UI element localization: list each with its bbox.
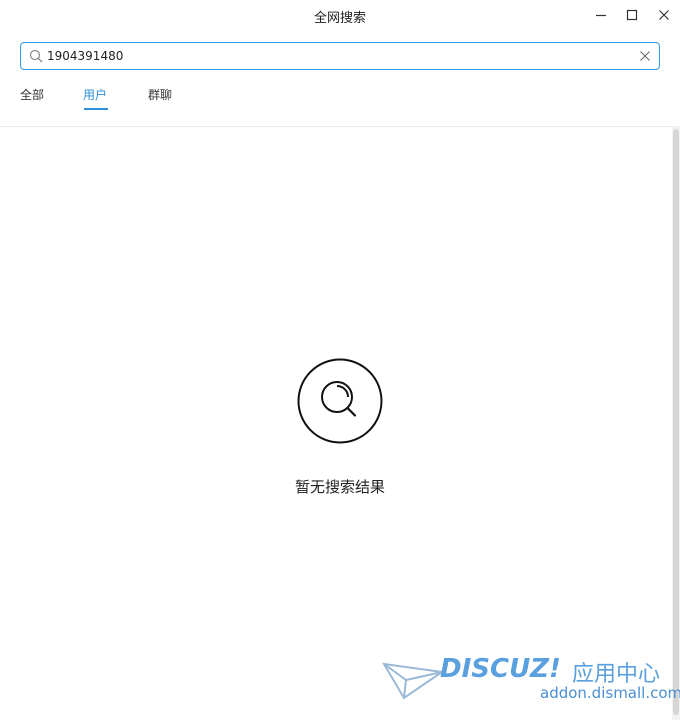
watermark-brand: DISCUZ!: [440, 654, 561, 684]
watermark: DISCUZ! 应用中心 addon.dismall.com: [380, 654, 680, 714]
tab-users[interactable]: 用户: [83, 86, 107, 103]
empty-search-icon: [297, 358, 383, 444]
search-input[interactable]: [47, 43, 631, 69]
search-icon: [29, 49, 43, 63]
clear-search-button[interactable]: [637, 48, 653, 64]
window-title: 全网搜索: [313, 11, 366, 26]
search-window: 全网搜索 1904391480 全部 用户 群聊 暂无搜索结果 DISCUZ! …: [0, 0, 680, 720]
title-bar: 全网搜索: [0, 0, 680, 32]
header-divider: [0, 126, 680, 127]
minimize-button[interactable]: [587, 4, 615, 26]
watermark-url: addon.dismall.com: [540, 684, 680, 702]
close-button[interactable]: [650, 4, 678, 26]
search-box: [20, 42, 660, 70]
empty-state-message: 暂无搜索结果: [294, 478, 385, 496]
scrollbar[interactable]: [672, 127, 680, 720]
active-tab-indicator: [84, 108, 108, 110]
maximize-icon: [626, 9, 638, 21]
close-icon: [659, 10, 669, 20]
tab-groups[interactable]: 群聊: [148, 86, 172, 103]
scrollbar-thumb[interactable]: [673, 129, 679, 715]
maximize-button[interactable]: [618, 4, 646, 26]
clear-icon: [640, 51, 650, 61]
tab-all[interactable]: 全部: [20, 86, 44, 103]
minimize-icon: [596, 14, 606, 17]
paper-plane-logo-icon: [382, 662, 444, 700]
